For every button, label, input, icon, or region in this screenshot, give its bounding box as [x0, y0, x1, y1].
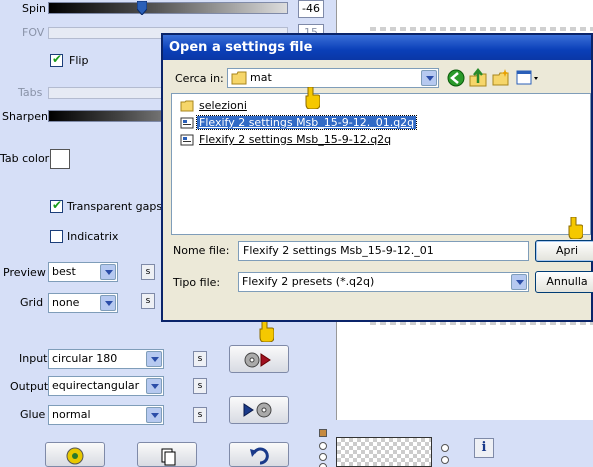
radio-option-3[interactable]	[319, 463, 327, 467]
file-list[interactable]: selezioni Flexify 2 settings Msb_15-9-12…	[171, 93, 591, 235]
transparent-gaps-checkbox[interactable]: ✔	[50, 198, 63, 213]
chevron-down-icon[interactable]	[100, 264, 116, 280]
folder-icon	[231, 71, 247, 85]
preview-select[interactable]: best	[48, 262, 118, 282]
pointing-hand-icon	[568, 217, 583, 239]
glue-select[interactable]: normal	[48, 405, 164, 425]
filetype-label: Tipo file:	[173, 276, 221, 289]
back-icon[interactable]	[446, 68, 466, 88]
chevron-down-icon[interactable]	[146, 378, 162, 394]
arrow-disc-icon	[243, 402, 272, 418]
lookin-select[interactable]: mat	[227, 68, 439, 88]
new-folder-icon[interactable]	[491, 68, 511, 88]
grid-select-value: none	[52, 296, 80, 309]
preview-select-value: best	[52, 265, 76, 278]
filetype-select[interactable]: Flexify 2 presets (*.q2q)	[238, 272, 529, 292]
chevron-down-icon[interactable]	[146, 351, 162, 367]
copy-button[interactable]	[137, 442, 197, 467]
filetype-value: Flexify 2 presets (*.q2q)	[242, 275, 375, 288]
spin-slider-thumb[interactable]	[137, 1, 147, 15]
preview-label: Preview	[3, 266, 46, 279]
sharpen-label: Sharpen	[2, 110, 48, 123]
randomize-button[interactable]	[45, 442, 105, 467]
list-item-selected[interactable]: Flexify 2 settings Msb_15-9-12._01.q2q	[180, 115, 418, 131]
tab-color-swatch[interactable]	[50, 149, 70, 169]
file-name: Flexify 2 settings Msb_15-9-12.q2q	[199, 133, 392, 146]
indicatrix-checkbox[interactable]	[50, 230, 63, 243]
cancel-button[interactable]: Annulla	[535, 271, 593, 293]
thumbnail-preview	[336, 437, 432, 467]
radio-option-2[interactable]	[319, 453, 327, 461]
pointing-hand-icon	[305, 87, 320, 109]
output-select-value: equirectangular	[52, 379, 140, 392]
spin-value[interactable]: -46	[298, 0, 324, 18]
preview-top-edge	[370, 27, 593, 31]
dice-icon	[66, 447, 84, 465]
output-select[interactable]: equirectangular	[48, 376, 164, 396]
grid-label: Grid	[20, 296, 44, 309]
tabs-label: Tabs	[18, 86, 43, 99]
list-item[interactable]: Flexify 2 settings Msb_15-9-12.q2q	[180, 132, 393, 148]
chevron-down-icon[interactable]	[146, 407, 162, 423]
grid-select[interactable]: none	[48, 293, 118, 313]
settings-file-icon	[180, 117, 194, 129]
radio-option-4[interactable]	[441, 444, 449, 452]
fov-label: FOV	[22, 26, 45, 39]
input-select[interactable]: circular 180	[48, 349, 164, 369]
input-label: Input	[19, 352, 48, 365]
radio-option-5[interactable]	[441, 456, 449, 464]
radio-option-1[interactable]	[319, 442, 327, 450]
undo-icon	[250, 447, 269, 465]
input-select-value: circular 180	[52, 352, 118, 365]
output-label: Output	[10, 380, 49, 393]
chevron-down-icon[interactable]	[100, 295, 116, 311]
check-icon: ✔	[52, 198, 63, 212]
flip-checkbox[interactable]: ✔	[50, 52, 63, 67]
glue-select-value: normal	[52, 408, 91, 421]
flip-label: Flip	[69, 54, 89, 67]
copy-icon	[161, 448, 176, 466]
chevron-down-icon[interactable]	[421, 70, 437, 86]
chevron-down-icon[interactable]	[511, 274, 527, 290]
spin-label: Spin	[22, 2, 46, 15]
save-settings-button[interactable]	[229, 396, 289, 424]
up-folder-icon[interactable]	[468, 68, 488, 88]
lookin-value: mat	[250, 71, 272, 84]
glue-label: Glue	[20, 408, 46, 421]
glue-s-button[interactable]: s	[193, 407, 207, 423]
dialog-title: Open a settings file	[163, 35, 591, 60]
view-menu-icon[interactable]	[515, 68, 541, 88]
folder-icon	[180, 100, 194, 112]
list-item[interactable]: selezioni	[180, 98, 249, 114]
output-s-button[interactable]: s	[193, 378, 207, 394]
handle-square-icon[interactable]	[319, 429, 327, 437]
undo-button[interactable]	[229, 442, 289, 467]
input-s-button[interactable]: s	[193, 351, 207, 367]
filename-input[interactable]: Flexify 2 settings Msb_15-9-12._01	[238, 241, 529, 261]
open-settings-dialog: Open a settings file Cerca in: mat selez…	[161, 33, 593, 322]
lookin-label: Cerca in:	[175, 72, 224, 85]
disc-arrow-icon	[244, 352, 271, 368]
spin-slider[interactable]	[48, 1, 288, 15]
tab-color-label: Tab color	[0, 152, 50, 165]
info-button[interactable]: i	[474, 438, 494, 458]
settings-file-icon	[180, 134, 194, 146]
filename-label: Nome file:	[173, 244, 230, 257]
load-settings-button[interactable]	[229, 345, 289, 373]
pointing-hand-icon	[259, 320, 274, 342]
open-button[interactable]: Apri	[535, 240, 593, 262]
transparent-gaps-label: Transparent gaps	[67, 200, 163, 213]
file-name: selezioni	[199, 99, 247, 112]
grid-s-button[interactable]: s	[141, 293, 155, 309]
file-name: Flexify 2 settings Msb_15-9-12._01.q2q	[195, 115, 418, 130]
indicatrix-label: Indicatrix	[67, 230, 119, 243]
preview-s-button[interactable]: s	[141, 264, 155, 280]
check-icon: ✔	[52, 52, 63, 66]
